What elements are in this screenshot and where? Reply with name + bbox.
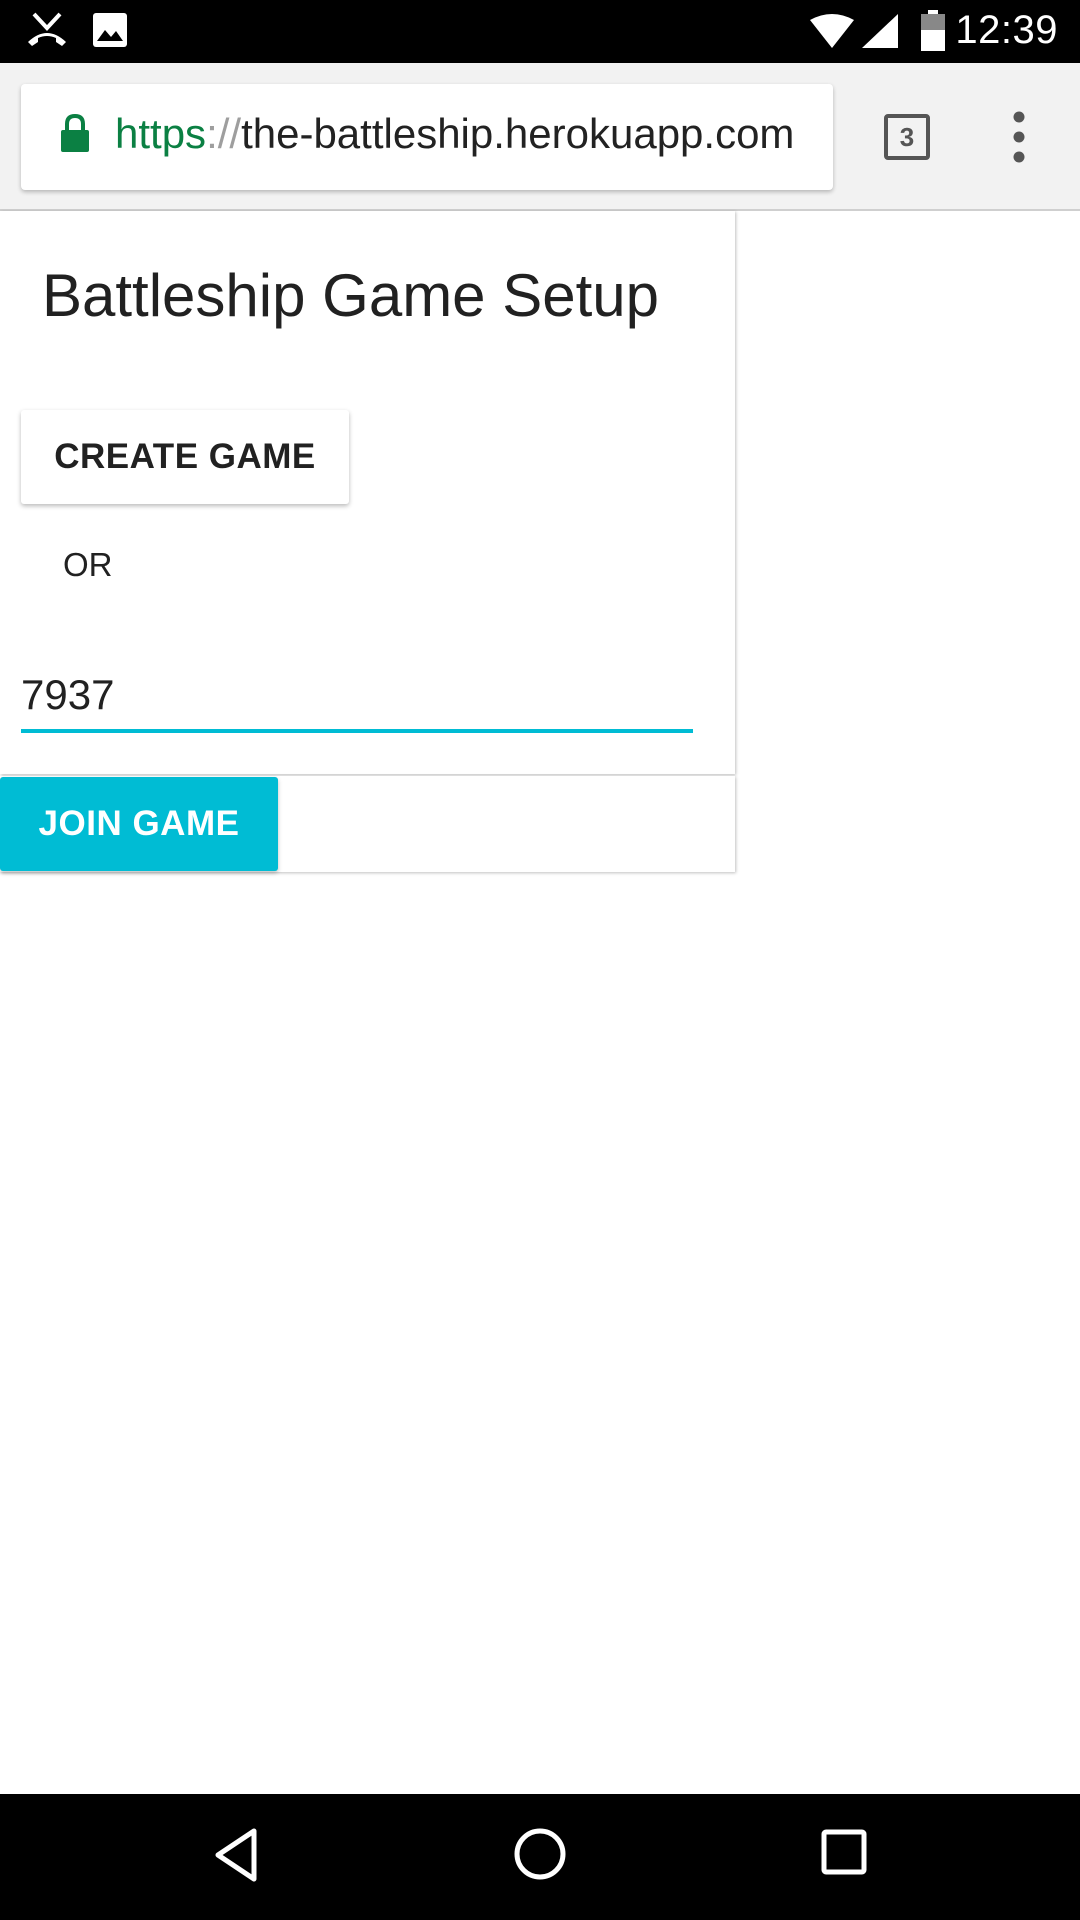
navigation-bar [0, 1794, 1080, 1920]
menu-icon[interactable] [1005, 109, 1033, 170]
create-game-button[interactable]: CREATE GAME [21, 410, 349, 504]
url-host: the-battleship.herokuapp.com [241, 110, 795, 157]
url-text: https://the-battleship.herokuapp.com [115, 110, 794, 158]
status-bar: 12:39 [0, 0, 1080, 63]
missed-call-icon [26, 12, 68, 53]
clock: 12:39 [955, 8, 1058, 52]
game-code-input[interactable] [21, 661, 693, 733]
url-scheme: https [115, 110, 207, 157]
screen: 12:39 https://the-battleship.herokuapp.c… [0, 0, 1080, 1920]
battery-icon [920, 10, 946, 57]
back-icon[interactable] [212, 1827, 260, 1888]
wifi-icon [810, 14, 854, 55]
address-bar[interactable]: https://the-battleship.herokuapp.com [21, 84, 833, 190]
or-label: OR [63, 546, 113, 583]
join-game-button[interactable]: JOIN GAME [0, 777, 278, 871]
signal-icon [862, 14, 898, 55]
url-separator: :// [206, 110, 242, 157]
browser-toolbar: https://the-battleship.herokuapp.com 3 [0, 63, 1080, 211]
lock-icon [59, 113, 91, 159]
setup-card: Battleship Game Setup CREATE GAME OR [0, 211, 735, 774]
recents-icon[interactable] [820, 1828, 868, 1881]
image-icon [92, 12, 128, 53]
page-title: Battleship Game Setup [42, 262, 660, 329]
tab-switcher-button[interactable]: 3 [884, 114, 930, 160]
home-icon[interactable] [512, 1826, 568, 1887]
